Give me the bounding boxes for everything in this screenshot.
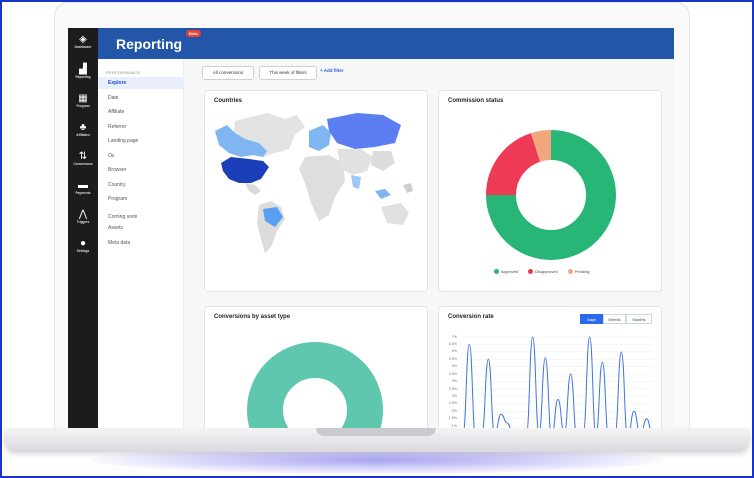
commission-donut-chart xyxy=(486,130,616,260)
slice-pending xyxy=(530,130,552,162)
gear-icon: ● xyxy=(79,238,87,249)
commission-legend: Approved Disapproved Pending xyxy=(494,269,599,275)
world-map xyxy=(215,113,413,253)
dashboard-icon: ◈ xyxy=(79,34,87,45)
chart-icon: ▟ xyxy=(79,64,87,75)
conversion-rate-plot xyxy=(463,336,653,428)
usa-region xyxy=(221,157,269,183)
subnav-item-assets[interactable]: Assets xyxy=(98,222,184,234)
asset-type-card: Conversions by asset type xyxy=(204,306,428,428)
laptop-notch xyxy=(316,428,436,436)
add-filter-link[interactable]: + Add filter xyxy=(320,68,343,73)
rail-item-triggers[interactable]: ⋀ Triggers xyxy=(68,209,98,224)
subnav-item-explore[interactable]: Explore xyxy=(98,77,184,89)
report-subnav: PERFORMANCE Explore Date Affiliate Refer… xyxy=(98,59,184,428)
russia-region xyxy=(327,113,401,149)
subnav-item-program[interactable]: Program xyxy=(98,193,184,205)
all-conversions-filter[interactable]: All conversions xyxy=(202,66,254,80)
rail-item-program[interactable]: ▦ Program xyxy=(68,93,98,108)
subnav-item-os[interactable]: Os xyxy=(98,150,184,162)
legend-approved: Approved xyxy=(501,269,519,275)
app-title: Reporting xyxy=(116,36,183,52)
legend-pending: Pending xyxy=(574,269,590,275)
legend-disapproved: Disapproved xyxy=(535,269,558,275)
conversion-rate-card: Conversion rate Days Weeks Months 7% 6.5%… xyxy=(438,306,662,428)
rail-item-affiliates[interactable]: ♣ Affiliates xyxy=(68,122,98,137)
commission-card: Commission status Approved Disapproved P… xyxy=(438,90,662,292)
top-bar: Reporting Beta xyxy=(98,28,674,59)
users-icon: ♣ xyxy=(79,122,87,133)
subnav-item-browser[interactable]: Browser xyxy=(98,164,184,176)
slice-disapproved xyxy=(486,133,541,196)
legend-swatch-disapproved xyxy=(528,269,534,275)
india-region xyxy=(351,175,361,189)
legend-swatch-pending xyxy=(567,269,573,275)
rail-item-conversions[interactable]: ⇅ Conversions xyxy=(68,151,98,166)
rate-series-line xyxy=(463,336,651,428)
subnav-item-landing-page[interactable]: Landing page xyxy=(98,135,184,147)
rail-item-payments[interactable]: ▬ Payments xyxy=(68,180,98,195)
sort-arrows-icon: ⇅ xyxy=(78,151,88,162)
date-range-filter[interactable]: This week of filters xyxy=(259,66,317,80)
wallet-icon: ▬ xyxy=(78,180,88,191)
rail-item-reporting[interactable]: ▟ Reporting xyxy=(68,64,98,79)
asset-type-ring xyxy=(247,342,383,428)
icon-rail: ◈ Dashboard ▟ Reporting ▦ Program ♣ Affi… xyxy=(68,28,98,428)
asset-type-donut-chart xyxy=(247,342,383,428)
subnav-item-country[interactable]: Country xyxy=(98,179,184,191)
countries-card: Countries xyxy=(204,90,428,292)
subnav-item-meta-data[interactable]: Meta data xyxy=(98,237,184,249)
program-icon: ▦ xyxy=(78,93,88,104)
legend-swatch-approved xyxy=(494,269,499,275)
rail-item-dashboard[interactable]: ◈ Dashboard xyxy=(68,34,98,49)
triggers-icon: ⋀ xyxy=(78,209,88,220)
beta-badge: Beta xyxy=(186,30,201,37)
laptop-screen: ◈ Dashboard ▟ Reporting ▦ Program ♣ Affi… xyxy=(68,28,674,428)
subnav-item-affiliate[interactable]: Affiliate xyxy=(98,106,184,118)
subnav-item-date[interactable]: Date xyxy=(98,92,184,104)
subnav-section-title: PERFORMANCE xyxy=(106,70,141,75)
rail-item-settings[interactable]: ● Settings xyxy=(68,238,98,253)
subnav-item-referrer[interactable]: Referrer xyxy=(98,121,184,133)
europe-region xyxy=(309,125,331,151)
